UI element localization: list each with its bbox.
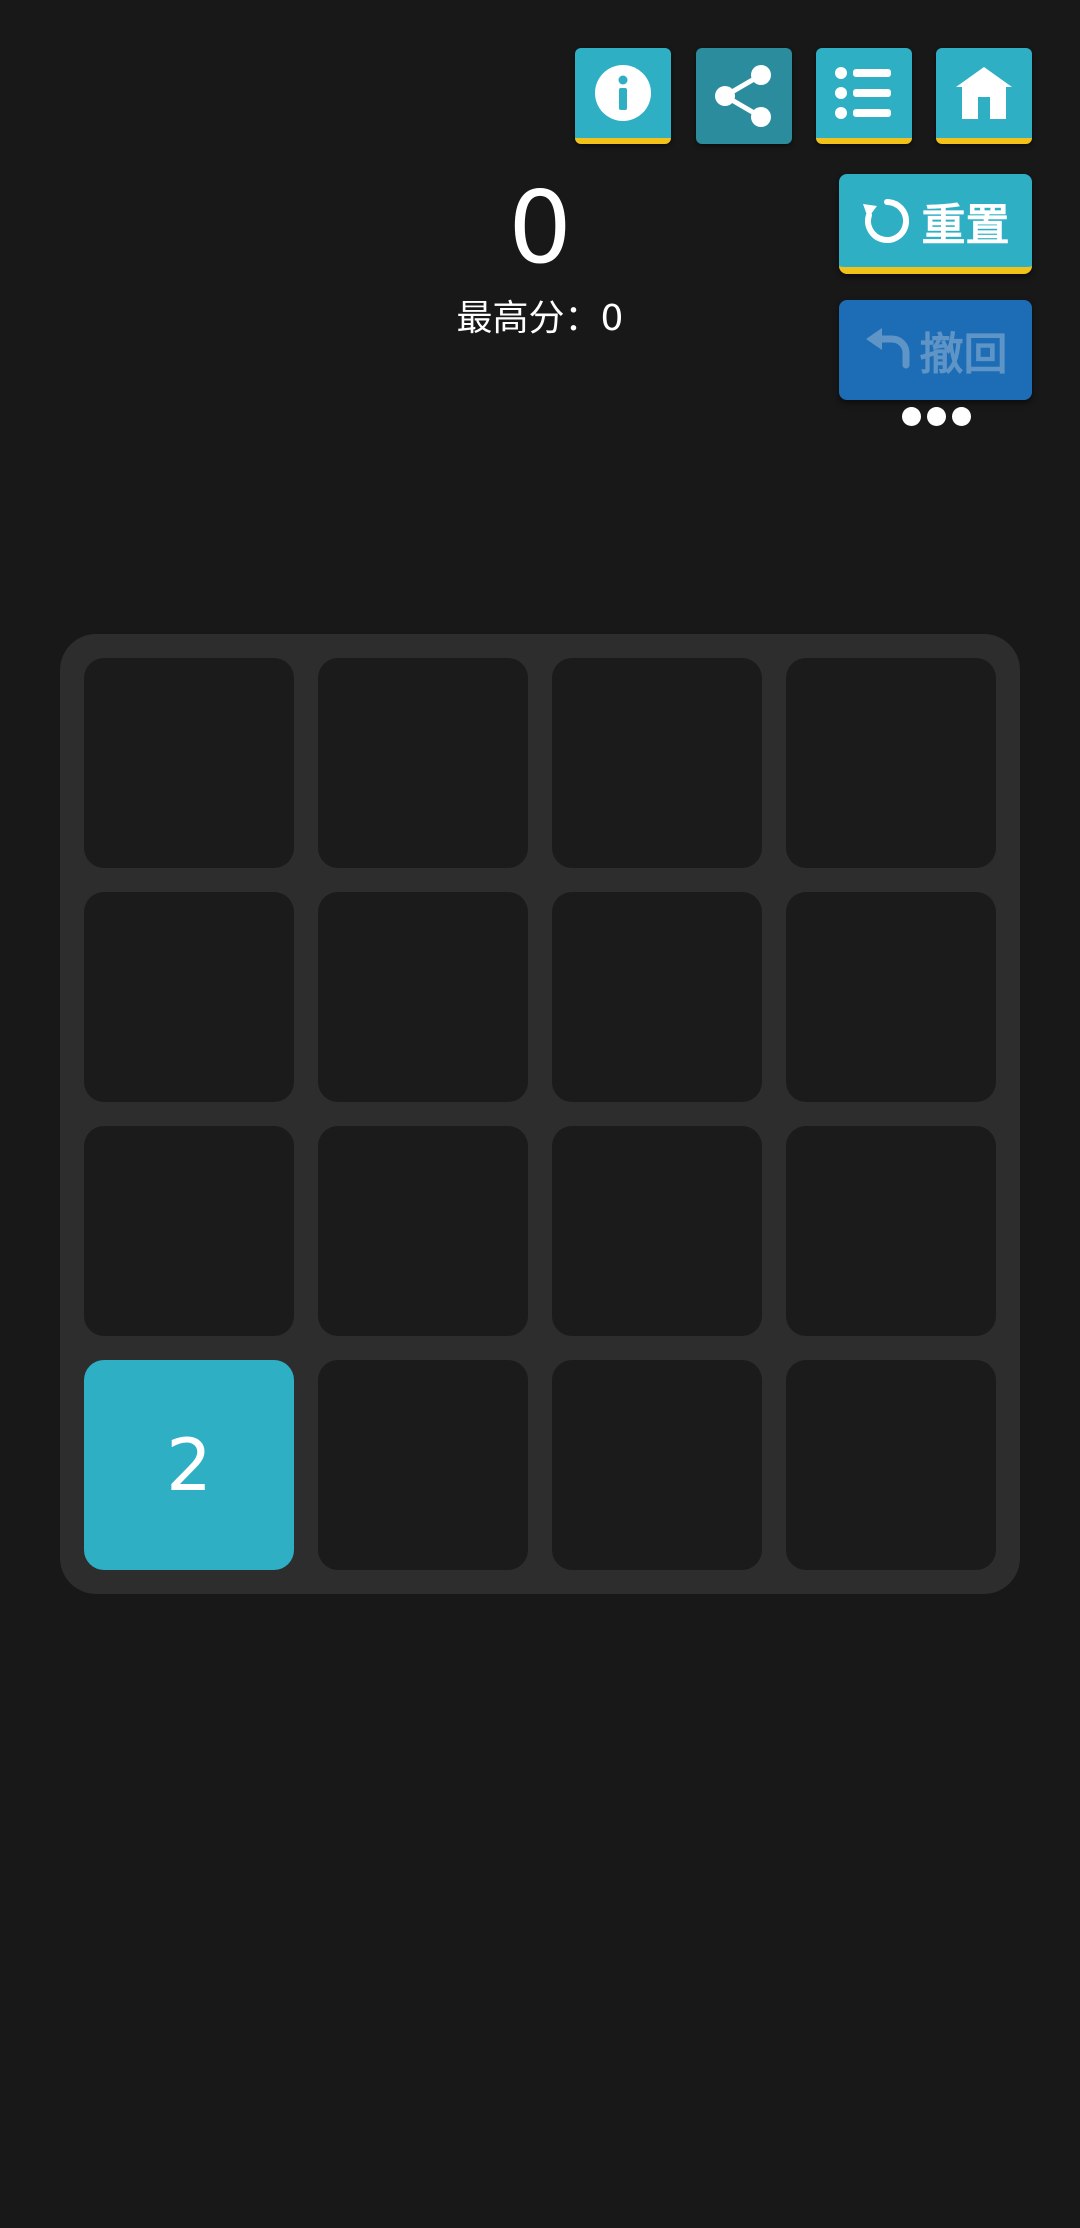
- empty-cell: [84, 658, 294, 868]
- undo-dot: [927, 407, 946, 426]
- reset-button[interactable]: 重置: [839, 174, 1032, 274]
- refresh-icon: [862, 198, 909, 243]
- empty-cell: [318, 658, 528, 868]
- empty-cell: [552, 1360, 762, 1570]
- undo-button[interactable]: 撤回: [839, 300, 1032, 400]
- empty-cell: [318, 1126, 528, 1336]
- undo-label: 撤回: [919, 329, 1008, 380]
- empty-cell: [786, 892, 996, 1102]
- info-button[interactable]: [575, 48, 671, 144]
- empty-cell: [552, 658, 762, 868]
- empty-cell: [786, 1126, 996, 1336]
- empty-cell: [552, 892, 762, 1102]
- menu-list-button[interactable]: [816, 48, 912, 144]
- home-icon: [956, 67, 1012, 119]
- empty-cell: [318, 892, 528, 1102]
- empty-cell: [84, 1126, 294, 1336]
- tile: 2: [84, 1360, 294, 1570]
- undo-icon: [865, 328, 909, 369]
- empty-cell: [552, 1126, 762, 1336]
- reset-label: 重置: [921, 199, 1010, 251]
- info-icon: [595, 65, 651, 121]
- undo-remaining-dots: [902, 407, 971, 426]
- home-button[interactable]: [936, 48, 1032, 144]
- share-icon: [715, 65, 771, 127]
- empty-cell: [318, 1360, 528, 1570]
- empty-cell: [786, 1360, 996, 1570]
- list-icon: [835, 67, 891, 119]
- share-button[interactable]: [696, 48, 792, 144]
- empty-cell: [84, 892, 294, 1102]
- undo-dot: [952, 407, 971, 426]
- undo-dot: [902, 407, 921, 426]
- game-board[interactable]: 2: [60, 634, 1020, 1594]
- empty-cell: [786, 658, 996, 868]
